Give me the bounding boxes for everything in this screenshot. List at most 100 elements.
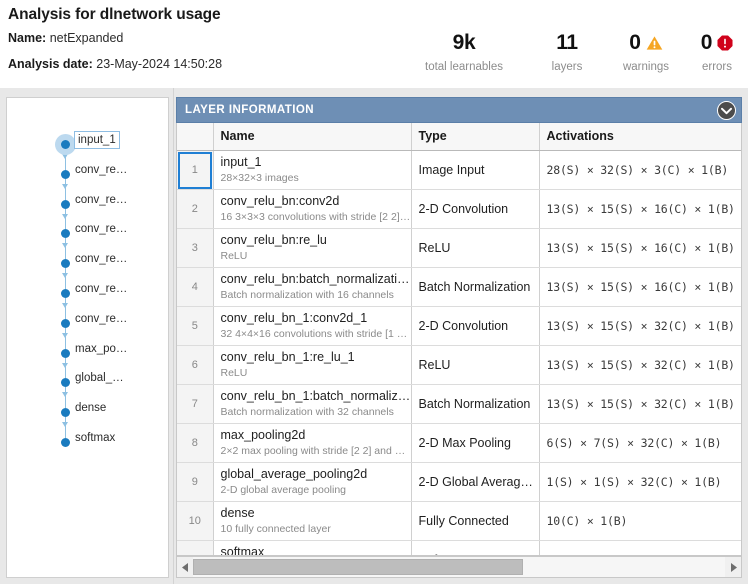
network-name-label: Name: (8, 31, 47, 45)
row-index-cell[interactable]: 5 (177, 306, 214, 346)
layer-type: ReLU (418, 240, 451, 255)
graph-edge-arrow-icon (61, 273, 68, 279)
graph-node-dot-icon (61, 199, 70, 209)
graph-edge (65, 268, 66, 289)
layer-table: Name Type Activations 1 input_1 28×32×3 im… (177, 123, 741, 555)
row-index-cell[interactable]: 8 (177, 423, 214, 463)
stat-total-learnables: 9k total learnables (400, 30, 528, 73)
layer-description: 32 4×4×16 convolutions with stride [1 1]… (220, 327, 411, 340)
table-row[interactable]: 5 conv_relu_bn_1:conv2d_1 32 4×4×16 convol… (177, 306, 741, 346)
layer-table-container[interactable]: Name Type Activations 1 input_1 28×32×3 im… (176, 123, 742, 556)
layer-type-cell[interactable]: Image Input (411, 150, 540, 190)
row-index-cell[interactable]: 10 (177, 501, 214, 541)
table-row[interactable]: 3 conv_relu_bn:re_lu ReLU ReLU 13(S) × 15(S)… (177, 228, 741, 268)
table-header-row: Name Type Activations (177, 123, 741, 151)
table-row[interactable]: 4 conv_relu_bn:batch_normalization Batch n… (177, 267, 741, 307)
table-row[interactable]: 7 conv_relu_bn_1:batch_normalizatio… Batch… (177, 384, 741, 424)
scrollbar-thumb[interactable] (193, 559, 523, 575)
layer-activations-cell[interactable]: 13(S) × 15(S) × 16(C) × 1(B) (539, 267, 741, 307)
layer-type-cell[interactable]: Softmax (411, 540, 540, 555)
table-row[interactable]: 2 conv_relu_bn:conv2d 16 3×3×3 convolution… (177, 189, 741, 229)
layer-name-cell[interactable]: conv_relu_bn_1:conv2d_1 32 4×4×16 convolu… (213, 306, 412, 346)
content-area: input_1 conv_re… conv_re… conv_re… conv_re… c… (0, 88, 748, 584)
layer-type-cell[interactable]: 2-D Convolution (411, 189, 540, 229)
graph-node-dot-icon (61, 140, 70, 149)
column-header-index[interactable] (177, 123, 214, 151)
layer-type: 2-D Global Average … (418, 474, 539, 489)
layer-activations-cell[interactable]: 13(S) × 15(S) × 32(C) × 1(B) (539, 306, 741, 346)
graph-node-label: input_1 (74, 131, 120, 149)
layer-name-cell[interactable]: conv_relu_bn:batch_normalization Batch no… (213, 267, 412, 307)
layer-type-cell[interactable]: Fully Connected (411, 501, 540, 541)
graph-node-dot-icon (61, 229, 70, 239)
layer-type: Batch Normalization (418, 396, 531, 411)
column-header-name[interactable]: Name (213, 123, 412, 151)
triangle-left-icon[interactable] (177, 557, 193, 577)
layer-activations-cell[interactable]: 28(S) × 32(S) × 3(C) × 1(B) (539, 150, 741, 190)
layer-type-cell[interactable]: Batch Normalization (411, 267, 540, 307)
layer-type: Fully Connected (418, 513, 509, 528)
graph-node-label: conv_re… (75, 312, 128, 325)
layer-name-cell[interactable]: conv_relu_bn:re_lu ReLU (213, 228, 412, 268)
layer-activations-cell[interactable]: 10(C) × 1(B) (539, 501, 741, 541)
table-row[interactable]: 11softmaxsoftmaxSoftmax10(C) × 1(B) (177, 540, 741, 555)
graph-edge (65, 208, 66, 230)
layer-name-cell[interactable]: input_1 28×32×3 images (213, 150, 412, 190)
graph-node-label: conv_re… (75, 223, 128, 236)
layer-description: Batch normalization with 16 channels (220, 288, 394, 301)
graph-edge-arrow-icon (61, 303, 68, 308)
row-index-cell[interactable]: 2 (177, 189, 214, 229)
layer-activations-cell[interactable]: 13(S) × 15(S) × 16(C) × 1(B) (539, 189, 741, 229)
table-row[interactable]: 9 global_average_pooling2d 2-D global aver… (177, 462, 741, 502)
layer-name: conv_relu_bn_1:batch_normalizatio… (220, 388, 411, 403)
table-row[interactable]: 10 dense 10 fully connected layer Fully Con… (177, 501, 741, 541)
layer-activations-cell[interactable]: 1(S) × 1(S) × 32(C) × 1(B) (539, 462, 741, 502)
layer-name-cell[interactable]: global_average_pooling2d 2-D global avera… (213, 462, 412, 502)
table-row[interactable]: 6 conv_relu_bn_1:re_lu_1 ReLU ReLU 13(S) × 1… (177, 345, 741, 385)
column-header-activations[interactable]: Activations (539, 123, 741, 151)
layer-type-cell[interactable]: Batch Normalization (411, 384, 540, 424)
table-horizontal-scrollbar[interactable] (176, 556, 742, 578)
layer-type-cell[interactable]: ReLU (411, 228, 540, 268)
layer-name-cell[interactable]: conv_relu_bn_1:re_lu_1 ReLU (213, 345, 412, 385)
layer-activations-cell[interactable]: 13(S) × 15(S) × 16(C) × 1(B) (539, 228, 741, 268)
layer-type-cell[interactable]: 2-D Convolution (411, 306, 540, 346)
graph-node-label: conv_re… (75, 253, 128, 266)
row-index-cell[interactable]: 7 (177, 384, 214, 424)
table-row[interactable]: 8 max_pooling2d 2×2 max pooling with strid… (177, 423, 741, 463)
layer-name-cell[interactable]: conv_relu_bn:conv2d 16 3×3×3 convolutions… (213, 189, 412, 229)
column-header-type[interactable]: Type (411, 123, 540, 151)
row-index-cell[interactable]: 1 (177, 150, 214, 190)
table-row[interactable]: 1 input_1 28×32×3 images Image Input 28(S) ×… (177, 150, 741, 190)
triangle-right-icon[interactable] (725, 557, 741, 577)
layer-activations-cell[interactable]: 13(S) × 15(S) × 32(C) × 1(B) (539, 384, 741, 424)
graph-edge (65, 417, 66, 438)
stat-warnings-label: warnings (622, 61, 670, 73)
layer-name-cell[interactable]: conv_relu_bn_1:batch_normalizatio… Batch … (213, 384, 412, 424)
layer-type-cell[interactable]: 2-D Max Pooling (411, 423, 540, 463)
row-selection-outline (178, 151, 212, 189)
layer-name-cell[interactable]: max_pooling2d 2×2 max pooling with stride… (213, 423, 412, 463)
layer-description: 16 3×3×3 convolutions with stride [2 2] … (220, 210, 411, 223)
layer-name: dense (220, 505, 255, 520)
network-graph-canvas[interactable]: input_1 conv_re… conv_re… conv_re… conv_re… c… (7, 98, 168, 577)
layer-activations-cell[interactable]: 6(S) × 7(S) × 32(C) × 1(B) (539, 423, 741, 463)
row-index-cell[interactable]: 11 (177, 540, 214, 555)
layer-type-cell[interactable]: 2-D Global Average … (411, 462, 540, 502)
row-index-cell[interactable]: 6 (177, 345, 214, 385)
row-index-cell[interactable]: 3 (177, 228, 214, 268)
layer-activations-cell[interactable]: 13(S) × 15(S) × 32(C) × 1(B) (539, 345, 741, 385)
row-index-cell[interactable]: 9 (177, 462, 214, 502)
layer-name-cell[interactable]: dense 10 fully connected layer (213, 501, 412, 541)
layer-type-cell[interactable]: ReLU (411, 345, 540, 385)
network-graph-panel[interactable]: input_1 conv_re… conv_re… conv_re… conv_re… c… (6, 97, 169, 578)
scrollbar-track[interactable] (193, 557, 725, 577)
layer-name: conv_relu_bn:re_lu (220, 232, 327, 247)
page-title: Analysis for dlnetwork usage (8, 6, 221, 23)
graph-edge-arrow-icon (61, 332, 68, 338)
layer-name-cell[interactable]: softmaxsoftmax (213, 540, 412, 555)
layer-activations-cell[interactable]: 10(C) × 1(B) (539, 540, 741, 555)
row-index-cell[interactable]: 4 (177, 267, 214, 307)
stat-total-learnables-value: 9k (452, 31, 476, 54)
chevron-down-icon[interactable] (717, 101, 736, 120)
